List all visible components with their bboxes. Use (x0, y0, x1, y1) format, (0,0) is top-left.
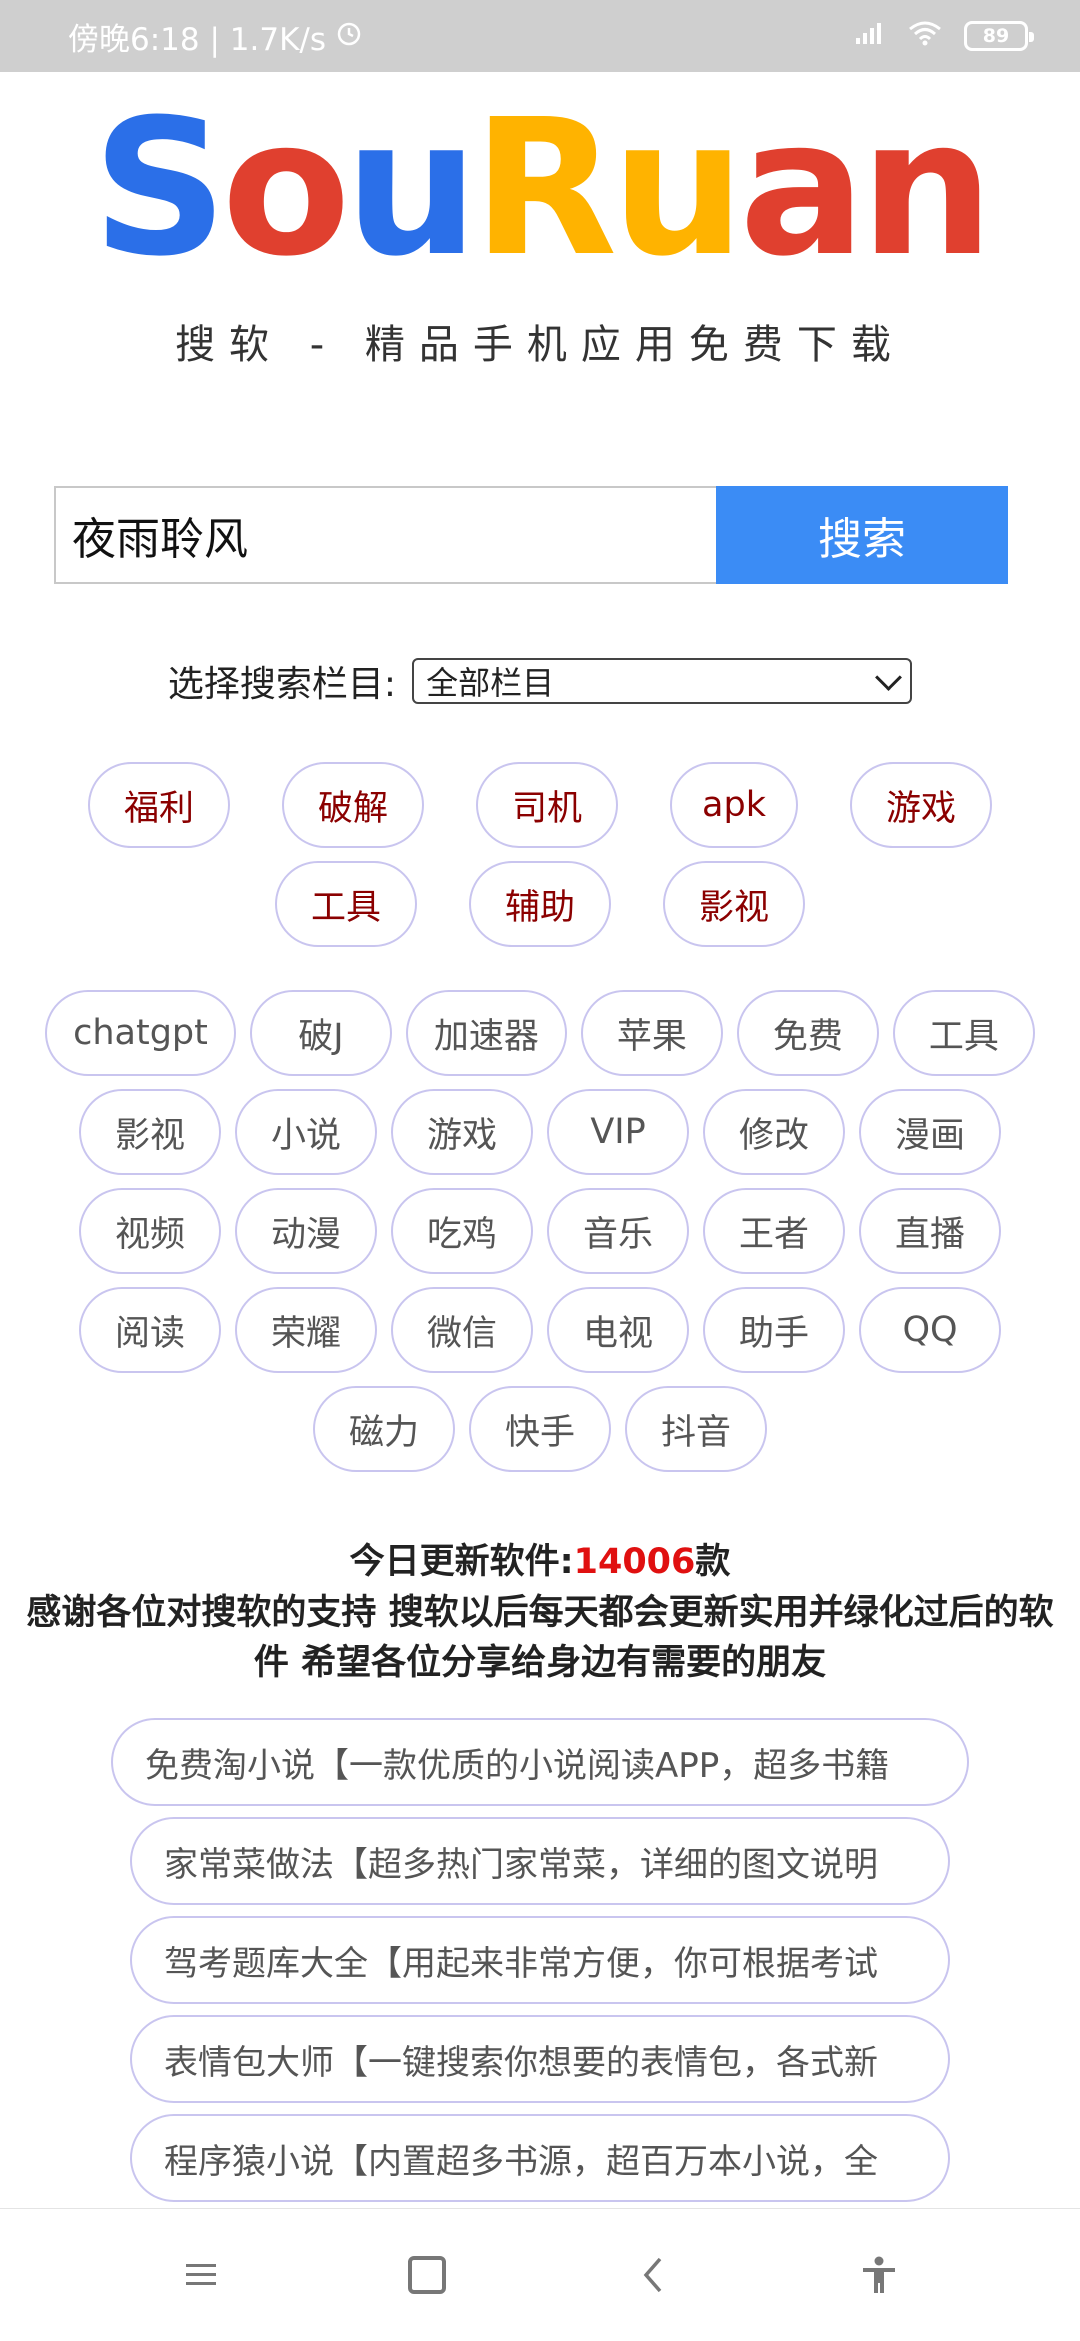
accessibility-icon[interactable] (766, 2225, 992, 2325)
keyword-tag[interactable]: 破J (249, 990, 392, 1076)
keyword-tag[interactable]: 免费 (736, 990, 879, 1076)
update-prefix: 今日更新软件: (349, 1542, 574, 1582)
app-list: 免费淘小说【一款优质的小说阅读APP，超多书籍 家常菜做法【超多热门家常菜，详细… (0, 1718, 1080, 2213)
category-selected-value: 全部栏目 (426, 664, 555, 702)
keyword-tag[interactable]: 动漫 (235, 1188, 377, 1274)
hot-tag[interactable]: 破解 (282, 762, 424, 848)
menu-icon[interactable] (88, 2225, 314, 2325)
category-label: 选择搜索栏目: (167, 664, 397, 705)
keyword-tag[interactable]: 荣耀 (235, 1287, 377, 1373)
keyword-tag[interactable]: 工具 (892, 990, 1035, 1076)
keyword-tag[interactable]: 苹果 (580, 990, 723, 1076)
battery-icon: 89 (964, 21, 1034, 51)
category-selector: 选择搜索栏目: 全部栏目 (0, 655, 1080, 707)
app-list-item[interactable]: 表情包大师【一键搜索你想要的表情包，各式新 (130, 2015, 950, 2103)
hot-tags: 福利 破解 司机 apk 游戏 工具 辅助 影视 (0, 762, 1080, 960)
signal-icon (854, 18, 886, 54)
hot-tag[interactable]: apk (670, 762, 798, 848)
search-bar: 搜索 (54, 486, 1008, 584)
app-list-item[interactable]: 免费淘小说【一款优质的小说阅读APP，超多书籍 (111, 1718, 969, 1806)
keyword-tag[interactable]: 小说 (235, 1089, 377, 1175)
site-tagline: 搜软 - 精品手机应用免费下载 (175, 322, 905, 368)
keyword-tag[interactable]: 快手 (469, 1386, 611, 1472)
alarm-icon (336, 18, 362, 54)
app-list-item[interactable]: 驾考题库大全【用起来非常方便，你可根据考试 (130, 1916, 950, 2004)
hot-tag[interactable]: 影视 (663, 861, 805, 947)
app-list-item[interactable]: 程序猿小说【内置超多书源，超百万本小说，全 (130, 2114, 950, 2202)
update-count: 今日更新软件:14006款 (0, 1536, 1080, 1588)
search-input[interactable] (54, 486, 716, 584)
keyword-tag[interactable]: 影视 (79, 1089, 221, 1175)
keyword-tag[interactable]: 游戏 (391, 1089, 533, 1175)
chevron-down-icon (875, 663, 902, 691)
logo-letter: R (472, 79, 618, 298)
keyword-tag[interactable]: 音乐 (547, 1188, 689, 1274)
system-nav-bar (0, 2208, 1080, 2341)
keyword-tag[interactable]: 王者 (703, 1188, 845, 1274)
logo-letter: u (344, 79, 479, 298)
status-bar: 傍晚6:18 | 1.7K/s 89 (0, 0, 1080, 72)
keyword-tag[interactable]: 微信 (391, 1287, 533, 1373)
wifi-icon (908, 18, 942, 54)
keyword-tag[interactable]: 阅读 (79, 1287, 221, 1373)
keyword-tag[interactable]: 直播 (859, 1188, 1001, 1274)
home-icon[interactable] (314, 2225, 540, 2325)
back-icon[interactable] (540, 2225, 766, 2325)
hot-tag[interactable]: 工具 (275, 861, 417, 947)
logo-letter: o (221, 79, 351, 298)
keyword-tag[interactable]: 抖音 (625, 1386, 767, 1472)
hot-tag[interactable]: 司机 (476, 762, 618, 848)
logo-letter: n (860, 79, 994, 298)
keyword-tag[interactable]: chatgpt (45, 990, 236, 1076)
category-select[interactable]: 全部栏目 (412, 658, 913, 704)
keyword-tag[interactable]: 磁力 (313, 1386, 455, 1472)
keyword-tag[interactable]: 修改 (703, 1089, 845, 1175)
keyword-tag[interactable]: 电视 (547, 1287, 689, 1373)
site-logo: SouRuan (0, 95, 1080, 283)
keyword-tag[interactable]: 助手 (703, 1287, 845, 1373)
keyword-tag[interactable]: 加速器 (405, 990, 567, 1076)
search-button[interactable]: 搜索 (716, 486, 1008, 584)
keyword-tags: chatgpt 破J 加速器 苹果 免费 工具 影视 小说 游戏 VIP 修改 … (0, 990, 1080, 1485)
keyword-tag[interactable]: VIP (547, 1089, 689, 1175)
logo-letter: u (611, 79, 745, 298)
hot-tag[interactable]: 辅助 (469, 861, 611, 947)
update-count-number: 14006 (573, 1542, 696, 1582)
keyword-tag[interactable]: 视频 (79, 1188, 221, 1274)
notice-text: 感谢各位对搜软的支持 搜软以后每天都会更新实用并绿化过后的软件 希望各位分享给身… (26, 1593, 1054, 1683)
keyword-tag[interactable]: 漫画 (859, 1089, 1001, 1175)
keyword-tag[interactable]: QQ (859, 1287, 1001, 1373)
keyword-tag[interactable]: 吃鸡 (391, 1188, 533, 1274)
hot-tag[interactable]: 福利 (88, 762, 230, 848)
update-suffix: 款 (695, 1542, 731, 1582)
hot-tag[interactable]: 游戏 (850, 762, 992, 848)
logo-letter: S (92, 79, 227, 298)
app-list-item[interactable]: 家常菜做法【超多热门家常菜，详细的图文说明 (130, 1817, 950, 1905)
logo-letter: a (739, 79, 866, 298)
status-time-speed: 傍晚6:18 | 1.7K/s (68, 21, 326, 58)
